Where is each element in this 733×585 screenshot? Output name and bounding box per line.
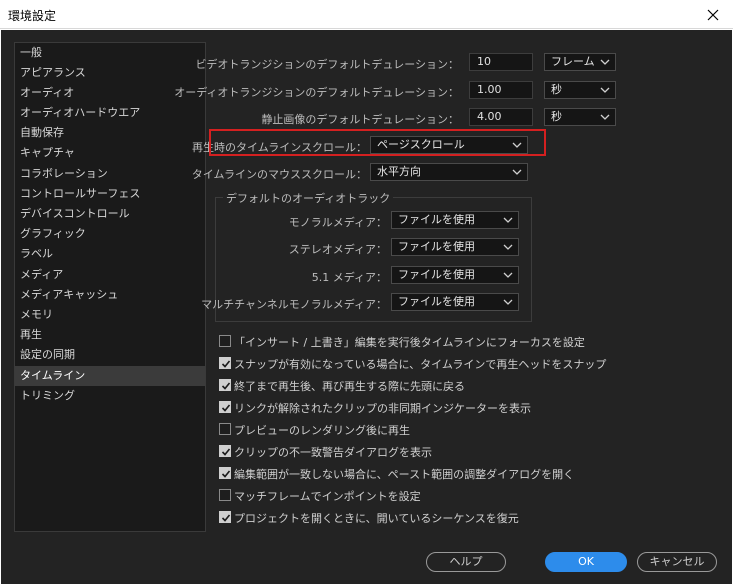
chevron-down-icon bbox=[503, 244, 513, 250]
checkbox-box[interactable] bbox=[219, 357, 231, 369]
sidebar-item-appearance[interactable]: アピアランス bbox=[15, 63, 205, 83]
sidebar-item-timeline[interactable]: タイムライン bbox=[15, 366, 205, 386]
chevron-down-icon bbox=[600, 59, 610, 65]
checkmark-icon bbox=[221, 470, 231, 478]
sidebar-item-device-control[interactable]: デバイスコントロール bbox=[15, 204, 205, 224]
window-title: 環境設定 bbox=[8, 9, 57, 23]
sidebar-item-graphics[interactable]: グラフィック bbox=[15, 224, 205, 244]
checkmark-icon bbox=[221, 382, 231, 390]
sidebar-item-capture[interactable]: キャプチャ bbox=[15, 143, 205, 163]
checkmark-icon bbox=[221, 404, 231, 412]
sidebar-item-control-surface[interactable]: コントロールサーフェス bbox=[15, 184, 205, 204]
help-button[interactable]: ヘルプ bbox=[426, 552, 506, 572]
still-image-unit-dropdown[interactable]: 秒 bbox=[544, 108, 616, 126]
sidebar-item-general[interactable]: 一般 bbox=[15, 43, 205, 63]
video-transition-field[interactable]: 10 bbox=[469, 53, 533, 71]
multichannel-mono-label: マルチチャンネルモノラルメディア： bbox=[201, 298, 387, 311]
ok-button[interactable]: OK bbox=[545, 552, 627, 572]
sidebar-item-sync-settings[interactable]: 設定の同期 bbox=[15, 345, 205, 365]
close-button[interactable] bbox=[693, 0, 733, 29]
checkbox-box[interactable] bbox=[219, 423, 231, 435]
mouse-scroll-value: 水平方向 bbox=[377, 165, 421, 178]
checkbox-box[interactable] bbox=[219, 401, 231, 413]
sidebar-item-audio-hardware[interactable]: オーディオハードウエア bbox=[15, 103, 205, 123]
sidebar-item-labels[interactable]: ラベル bbox=[15, 244, 205, 264]
stereo-media-dropdown[interactable]: ファイルを使用 bbox=[391, 238, 519, 256]
chevron-down-icon bbox=[600, 87, 610, 93]
checkmark-icon bbox=[221, 360, 231, 368]
close-icon bbox=[707, 9, 719, 20]
five-one-media-label: 5.1 メディア： bbox=[311, 271, 387, 284]
checkbox-box[interactable] bbox=[219, 379, 231, 391]
category-list[interactable]: 一般 アピアランス オーディオ オーディオハードウエア 自動保存 キャプチャ コ… bbox=[14, 42, 206, 532]
checkbox-box[interactable] bbox=[219, 335, 231, 347]
chevron-down-icon bbox=[503, 299, 513, 305]
checkbox-box[interactable] bbox=[219, 445, 231, 457]
checkbox-box[interactable] bbox=[219, 467, 231, 479]
still-image-unit-value: 秒 bbox=[551, 110, 562, 123]
video-transition-label: ビデオトランジションのデフォルトデュレーション： bbox=[195, 58, 459, 71]
stereo-media-label: ステレオメディア： bbox=[288, 243, 387, 256]
audio-transition-label: オーディオトランジションのデフォルトデュレーション： bbox=[174, 86, 459, 99]
sidebar-item-trimming[interactable]: トリミング bbox=[15, 386, 205, 406]
still-image-field[interactable]: 4.00 bbox=[469, 108, 533, 126]
chevron-down-icon bbox=[503, 272, 513, 278]
audio-transition-unit-dropdown[interactable]: 秒 bbox=[544, 81, 616, 99]
mouse-scroll-label: タイムラインのマウススクロール： bbox=[191, 168, 367, 181]
mono-media-dropdown[interactable]: ファイルを使用 bbox=[391, 211, 519, 229]
chevron-down-icon bbox=[600, 114, 610, 120]
title-bar: 環境設定 bbox=[0, 0, 733, 29]
sidebar-item-media-cache[interactable]: メディアキャッシュ bbox=[15, 285, 205, 305]
multichannel-mono-dropdown[interactable]: ファイルを使用 bbox=[391, 293, 519, 311]
mono-media-label: モノラルメディア： bbox=[288, 216, 387, 229]
five-one-media-dropdown[interactable]: ファイルを使用 bbox=[391, 266, 519, 284]
sidebar-item-media[interactable]: メディア bbox=[15, 265, 205, 285]
default-audio-track-title: デフォルトのオーディオトラック bbox=[223, 190, 394, 206]
sidebar-item-auto-save[interactable]: 自動保存 bbox=[15, 123, 205, 143]
checkbox-box[interactable] bbox=[219, 511, 231, 523]
video-transition-unit-dropdown[interactable]: フレーム bbox=[544, 53, 616, 71]
checkmark-icon bbox=[221, 514, 231, 522]
mouse-scroll-dropdown[interactable]: 水平方向 bbox=[370, 163, 528, 181]
chevron-down-icon bbox=[512, 169, 522, 175]
chevron-down-icon bbox=[503, 217, 513, 223]
checkmark-icon bbox=[221, 448, 231, 456]
sidebar-item-collaboration[interactable]: コラボレーション bbox=[15, 164, 205, 184]
audio-transition-field[interactable]: 1.00 bbox=[469, 81, 533, 99]
sidebar-item-memory[interactable]: メモリ bbox=[15, 305, 205, 325]
checkbox-box[interactable] bbox=[219, 489, 231, 501]
sidebar-item-playback[interactable]: 再生 bbox=[15, 325, 205, 345]
highlight-box bbox=[209, 129, 546, 156]
audio-transition-unit-value: 秒 bbox=[551, 83, 562, 96]
video-transition-unit-value: フレーム bbox=[551, 55, 595, 68]
cancel-button[interactable]: キャンセル bbox=[637, 552, 717, 572]
still-image-label: 静止画像のデフォルトデュレーション： bbox=[261, 113, 459, 126]
